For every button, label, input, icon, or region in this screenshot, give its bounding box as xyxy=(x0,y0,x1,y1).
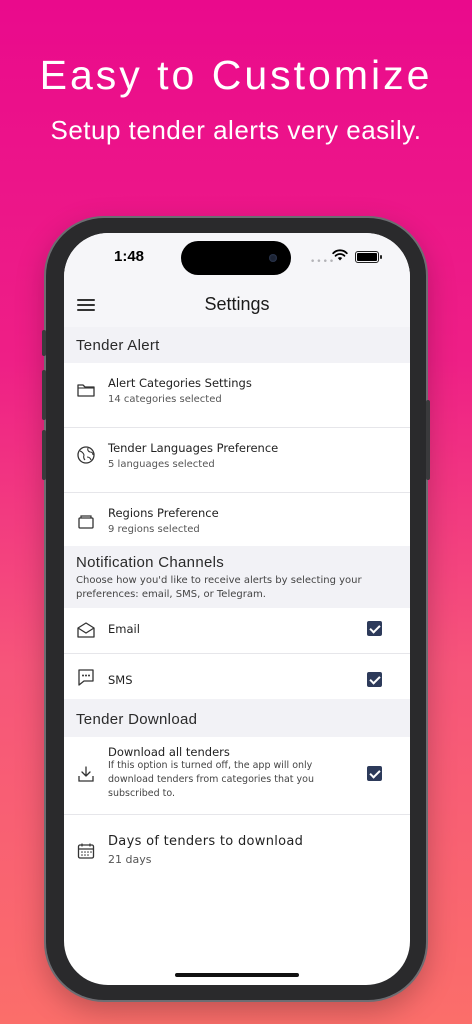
message-icon xyxy=(78,669,94,686)
download-all-checkbox[interactable] xyxy=(367,766,382,781)
list-item-subtitle: 21 days xyxy=(108,853,152,866)
download-icon xyxy=(78,766,94,782)
dynamic-island xyxy=(181,241,291,275)
home-indicator[interactable] xyxy=(175,973,299,977)
tray-icon xyxy=(78,515,94,529)
phone-side-button xyxy=(426,400,430,480)
list-item-alert-categories[interactable]: Alert Categories Settings 14 categories … xyxy=(64,363,410,428)
globe-icon xyxy=(77,446,95,464)
list-item-regions[interactable]: Regions Preference 9 regions selected xyxy=(64,493,410,546)
list-item-title: Regions Preference xyxy=(108,506,219,520)
phone-side-button xyxy=(42,370,46,420)
email-checkbox[interactable] xyxy=(367,621,382,636)
list-item-title: Tender Languages Preference xyxy=(108,441,279,455)
list-item-title: SMS xyxy=(108,673,133,687)
status-time: 1:48 xyxy=(114,248,145,265)
list-item-days-to-download[interactable]: Days of tenders to download 21 days xyxy=(64,815,410,879)
section-title: Tender Download xyxy=(76,711,198,728)
battery-icon xyxy=(355,251,382,263)
hero-title: Easy to Customize xyxy=(39,52,433,98)
section-description: Choose how you'd like to receive alerts … xyxy=(76,575,362,600)
phone-side-button xyxy=(42,430,46,480)
list-item-tender-languages[interactable]: Tender Languages Preference 5 languages … xyxy=(64,428,410,493)
envelope-icon xyxy=(77,622,95,638)
camera-icon xyxy=(269,254,277,262)
app-bar: Settings xyxy=(64,285,410,327)
section-title: Tender Alert xyxy=(76,337,160,354)
section-header-notification-channels: Notification Channels Choose how you'd l… xyxy=(64,546,410,608)
phone-side-button xyxy=(42,330,46,356)
folder-icon xyxy=(77,384,95,397)
wifi-icon xyxy=(332,249,348,261)
list-item-title: Download all tenders xyxy=(108,745,230,759)
list-item-title: Alert Categories Settings xyxy=(108,376,252,390)
list-item-download-all[interactable]: Download all tenders If this option is t… xyxy=(64,737,410,815)
calendar-icon xyxy=(77,843,95,859)
list-item-description: If this option is turned off, the app wi… xyxy=(108,760,315,799)
phone-screen: 1:48 •••• Settings Tender Alert Alert Ca… xyxy=(64,233,410,985)
section-header-tender-download: Tender Download xyxy=(64,699,410,737)
list-item-subtitle: 5 languages selected xyxy=(108,459,215,470)
status-bar: 1:48 •••• xyxy=(64,233,410,285)
page-title: Settings xyxy=(204,294,270,314)
section-title: Notification Channels xyxy=(76,554,225,571)
list-item-subtitle: 14 categories selected xyxy=(108,394,222,405)
list-item-sms[interactable]: SMS xyxy=(64,654,410,699)
sms-checkbox[interactable] xyxy=(367,672,382,687)
list-item-email[interactable]: Email xyxy=(64,608,410,654)
list-item-title: Email xyxy=(108,622,140,636)
list-item-title: Days of tenders to download xyxy=(108,834,304,849)
hero-subtitle: Setup tender alerts very easily. xyxy=(50,115,422,145)
section-header-tender-alert: Tender Alert xyxy=(64,327,410,363)
list-item-subtitle: 9 regions selected xyxy=(108,524,200,535)
